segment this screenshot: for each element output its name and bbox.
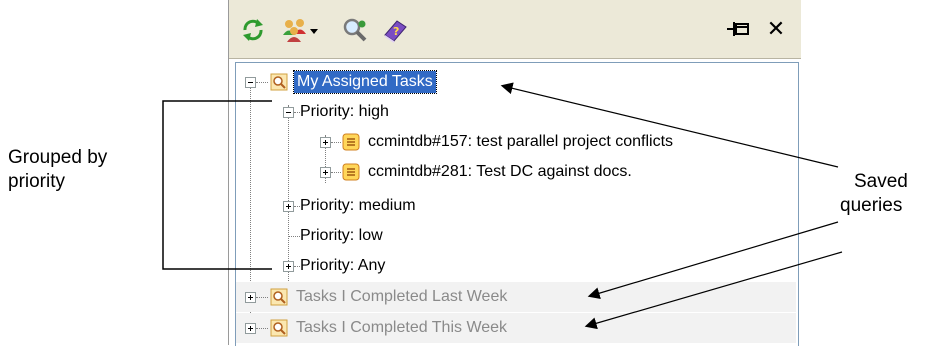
callout-arrows (162, 82, 843, 330)
arrow-to-this-week (584, 251, 843, 330)
arrow-to-last-week (587, 221, 839, 300)
grouping-bracket (162, 100, 272, 270)
arrow-to-my-assigned-tasks (500, 82, 839, 168)
